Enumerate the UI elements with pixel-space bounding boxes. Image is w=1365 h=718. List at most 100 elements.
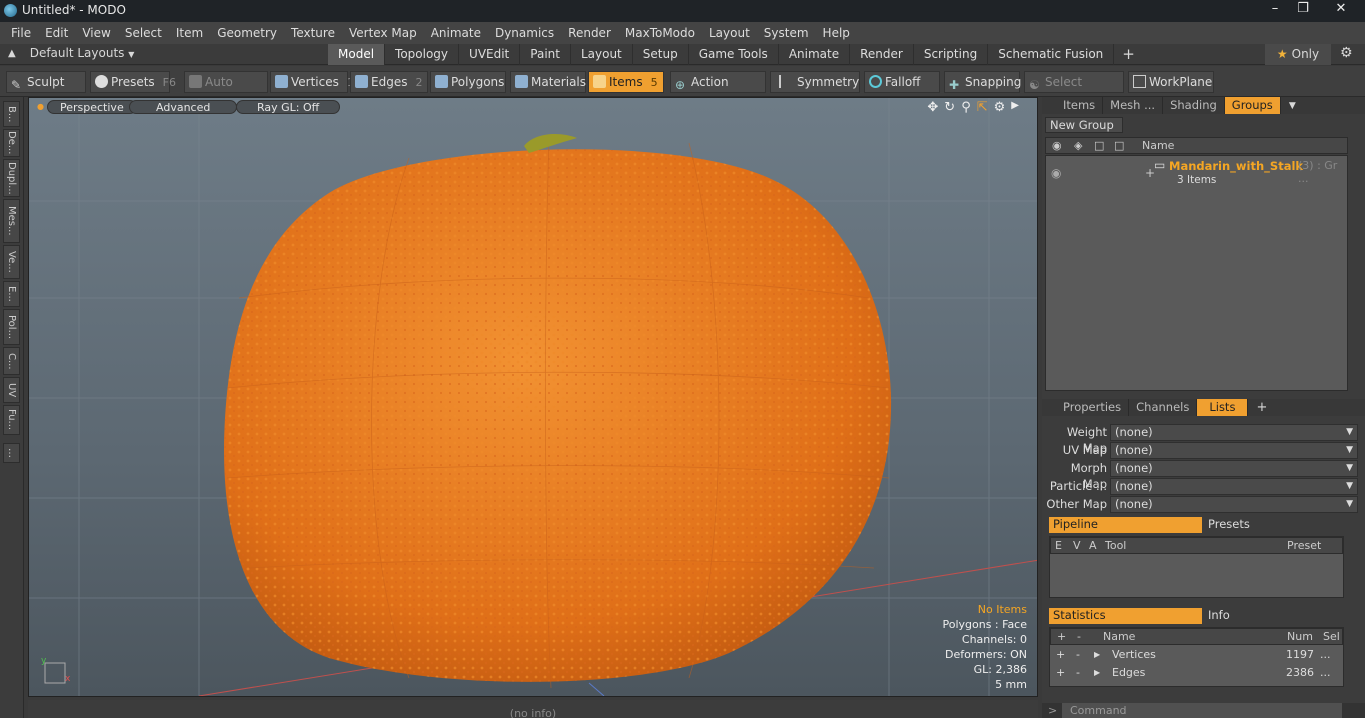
zoom-icon[interactable]: ⚲ xyxy=(961,100,971,115)
stats-remove-icon[interactable]: - xyxy=(1077,629,1081,644)
menu-maxtomodo[interactable]: MaxToModo xyxy=(618,26,702,40)
tab-paint[interactable]: Paint xyxy=(520,44,571,65)
menu-animate[interactable]: Animate xyxy=(424,26,488,40)
menu-layout[interactable]: Layout xyxy=(702,26,757,40)
morph-map-select[interactable]: (none) ▼ xyxy=(1110,460,1358,477)
presets-button[interactable]: Presets F6 xyxy=(90,71,176,93)
close-icon[interactable]: ✕ xyxy=(1327,0,1355,20)
particle-select[interactable]: (none) ▼ xyxy=(1110,478,1358,495)
lock-col-icon[interactable]: □ xyxy=(1094,138,1104,153)
viewport-expand-icon[interactable]: ▶ xyxy=(1011,100,1019,115)
visibility-col-icon[interactable]: ◉ xyxy=(1052,138,1062,153)
viewport-gear-icon[interactable]: ⚙ xyxy=(994,100,1006,115)
other-map-select[interactable]: (none) ▼ xyxy=(1110,496,1358,513)
left-tab-polygon[interactable]: Pol... xyxy=(3,309,20,345)
presets-tab[interactable]: Presets xyxy=(1204,517,1344,533)
menu-texture[interactable]: Texture xyxy=(284,26,342,40)
tab-uvedit[interactable]: UVEdit xyxy=(459,44,521,65)
select-col-icon[interactable]: □ xyxy=(1114,138,1124,153)
command-input[interactable]: Command xyxy=(1062,703,1342,718)
left-tab-mesh-edit[interactable]: Mes... xyxy=(3,199,20,243)
workplane-button[interactable]: WorkPlane xyxy=(1128,71,1214,93)
info-tab[interactable]: Info xyxy=(1204,608,1344,624)
mandarin-model[interactable] xyxy=(224,134,892,689)
menu-render[interactable]: Render xyxy=(561,26,618,40)
tab-shading[interactable]: Shading xyxy=(1163,97,1225,114)
menu-view[interactable]: View xyxy=(75,26,117,40)
tab-topology[interactable]: Topology xyxy=(385,44,460,65)
action-center-button[interactable]: ⊕Action Center xyxy=(670,71,766,110)
statistics-tab[interactable]: Statistics xyxy=(1049,608,1202,624)
tab-setup[interactable]: Setup xyxy=(633,44,689,65)
only-toggle[interactable]: ★ Only xyxy=(1265,44,1331,65)
pipeline-tab[interactable]: Pipeline xyxy=(1049,517,1202,533)
snapping-button[interactable]: ✚ Snapping xyxy=(944,71,1021,93)
group-row[interactable]: ◉ + ▭ Mandarin_with_Stalk (3) : Gr ... 3… xyxy=(1046,158,1347,188)
menu-vertex-map[interactable]: Vertex Map xyxy=(342,26,424,40)
select-through-button[interactable]: ☯Select Through xyxy=(1024,71,1124,110)
polygons-button[interactable]: Polygons xyxy=(430,71,506,93)
left-tab-edge[interactable]: E... xyxy=(3,281,20,307)
tab-items[interactable]: Items xyxy=(1056,97,1104,114)
tab-layout[interactable]: Layout xyxy=(571,44,633,65)
items-button[interactable]: Items 5 xyxy=(588,71,664,93)
tab-render[interactable]: Render xyxy=(850,44,914,65)
menu-file[interactable]: File xyxy=(4,26,38,40)
materials-button[interactable]: Materials xyxy=(510,71,586,93)
menu-select[interactable]: Select xyxy=(118,26,169,40)
advanced-dropdown[interactable]: Advanced xyxy=(129,100,238,114)
tab-channels[interactable]: Channels xyxy=(1129,399,1198,416)
sculpt-button[interactable]: ✎ Sculpt xyxy=(6,71,86,93)
fit-icon[interactable]: ⇱ xyxy=(977,100,988,115)
menu-edit[interactable]: Edit xyxy=(38,26,75,40)
menu-help[interactable]: Help xyxy=(816,26,857,40)
3d-viewport[interactable]: x y ● Perspective Advanced Ray GL: Off ✥… xyxy=(28,97,1038,697)
add-panel-tab-button[interactable]: + xyxy=(1256,400,1267,415)
tab-animate[interactable]: Animate xyxy=(779,44,851,65)
tab-scripting[interactable]: Scripting xyxy=(914,44,989,65)
panel-menu-icon[interactable]: ▼ xyxy=(1289,101,1296,111)
raygl-dropdown[interactable]: Ray GL: Off xyxy=(236,100,341,114)
collapse-icon[interactable]: ▲ xyxy=(8,48,16,59)
vertices-button[interactable]: Vertices1 xyxy=(270,71,354,93)
uv-map-select[interactable]: (none) ▼ xyxy=(1110,442,1358,459)
stats-row-remove-icon[interactable]: - xyxy=(1076,665,1080,681)
menu-system[interactable]: System xyxy=(757,26,816,40)
stats-row-add-icon[interactable]: + xyxy=(1056,647,1065,663)
gear-icon[interactable]: ⚙ xyxy=(1340,45,1353,61)
menu-item[interactable]: Item xyxy=(169,26,210,40)
stats-row-vertices[interactable]: + - ▶ Vertices 1197 ... xyxy=(1054,647,1348,664)
tab-groups[interactable]: Groups xyxy=(1224,97,1281,114)
auto-select-button[interactable]: Auto Select xyxy=(184,71,268,110)
stats-row-edges[interactable]: + - ▶ Edges 2386 ... xyxy=(1054,665,1348,682)
menu-dynamics[interactable]: Dynamics xyxy=(488,26,561,40)
new-group-button[interactable]: New Group xyxy=(1045,117,1123,133)
minimize-icon[interactable]: – xyxy=(1261,0,1289,20)
render-col-icon[interactable]: ◈ xyxy=(1074,138,1082,153)
group-visibility-icon[interactable]: ◉ xyxy=(1051,166,1061,180)
maximize-icon[interactable]: ❐ xyxy=(1289,0,1317,20)
add-tab-button[interactable]: + xyxy=(1114,44,1143,65)
rotate-icon[interactable]: ↻ xyxy=(944,100,955,115)
symmetry-button[interactable]: Symmetry xyxy=(770,71,860,93)
menu-geometry[interactable]: Geometry xyxy=(210,26,284,40)
tab-mesh[interactable]: Mesh ... xyxy=(1103,97,1164,114)
weight-map-select[interactable]: (none) ▼ xyxy=(1110,424,1358,441)
left-tab-uv[interactable]: UV xyxy=(3,377,20,403)
expand-arrow-icon[interactable]: ▶ xyxy=(1094,647,1100,663)
left-tab-basic[interactable]: B... xyxy=(3,101,20,127)
expand-arrow-icon[interactable]: ▶ xyxy=(1094,665,1100,681)
edges-button[interactable]: Edges 2 xyxy=(350,71,428,93)
left-tab-vertex[interactable]: Ve... xyxy=(3,245,20,279)
perspective-dropdown[interactable]: Perspective xyxy=(47,100,137,114)
stats-row-remove-icon[interactable]: - xyxy=(1076,647,1080,663)
stats-row-add-icon[interactable]: + xyxy=(1056,665,1065,681)
tab-properties[interactable]: Properties xyxy=(1056,399,1130,416)
left-tab-more[interactable]: … xyxy=(3,443,20,463)
falloff-button[interactable]: Falloff xyxy=(864,71,940,93)
left-tab-curve[interactable]: C... xyxy=(3,347,20,375)
tab-lists[interactable]: Lists xyxy=(1197,399,1249,416)
left-tab-deform[interactable]: De... xyxy=(3,129,20,157)
stats-add-icon[interactable]: + xyxy=(1057,629,1066,644)
left-tab-fusion[interactable]: Fu... xyxy=(3,405,20,435)
